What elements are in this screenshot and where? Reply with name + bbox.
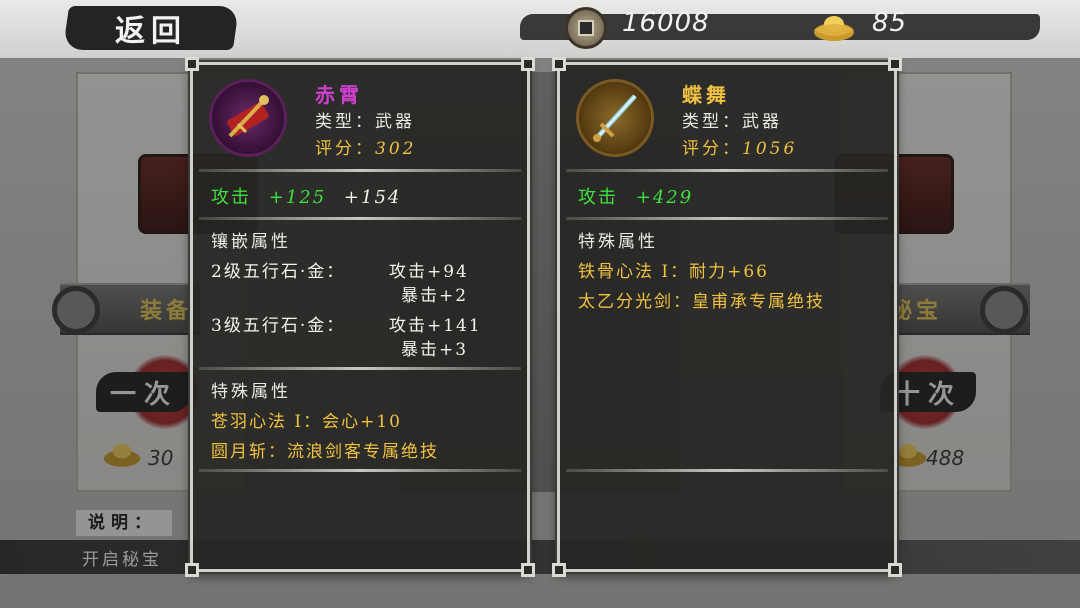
corner-ornament <box>185 57 199 71</box>
inlay-name: 3级五行石·金： <box>211 316 346 336</box>
item-name: 蝶舞 <box>682 83 730 107</box>
special-attribute: 铁骨心法 I：耐力+66 <box>578 262 769 282</box>
corner-ornament <box>185 563 199 577</box>
special-attribute: 圆月斩：流浪剑客专属绝技 <box>211 442 439 462</box>
back-button[interactable]: 返回 <box>62 6 240 50</box>
item-score-row: 评分：1056 <box>682 139 798 159</box>
corner-ornament <box>552 57 566 71</box>
item-type-row: 类型：武器 <box>682 112 782 132</box>
copper-coin-icon <box>565 7 607 49</box>
divider <box>199 367 521 370</box>
special-attribute: 苍羽心法 I：会心+10 <box>211 412 402 432</box>
divider <box>199 169 521 172</box>
inlay-stat: 暴击+2 <box>401 286 469 306</box>
item-type-row: 类型：武器 <box>315 112 415 132</box>
inlay-stat: 攻击+94 <box>389 262 469 282</box>
corner-ornament <box>888 563 902 577</box>
corner-ornament <box>521 563 535 577</box>
corner-ornament <box>552 563 566 577</box>
inlay-stat: 暴击+3 <box>401 340 469 360</box>
divider <box>199 469 521 472</box>
divider <box>566 469 888 472</box>
gold-ingot-icon <box>814 16 854 41</box>
new-item-tooltip: 蝶舞 类型：武器 评分：1056 攻击 +429 特殊属性 铁骨心法 I：耐力+… <box>552 57 902 577</box>
modal-dim-overlay[interactable] <box>0 58 1080 608</box>
inlay-stat: 攻击+141 <box>389 316 482 336</box>
corner-ornament <box>521 57 535 71</box>
back-button-label: 返回 <box>115 14 187 49</box>
divider <box>199 217 521 220</box>
item-score-row: 评分：302 <box>315 139 417 159</box>
sword-icon <box>576 79 654 157</box>
corner-ornament <box>888 57 902 71</box>
divider <box>566 169 888 172</box>
item-name: 赤霄 <box>315 83 363 107</box>
attack-row: 攻击 +429 <box>578 187 694 208</box>
inlay-name: 2级五行石·金： <box>211 262 346 282</box>
special-section-title: 特殊属性 <box>578 232 658 252</box>
coin-count: 16008 <box>622 8 710 38</box>
attack-row: 攻击 +125 +154 <box>211 187 402 208</box>
inlay-section-title: 镶嵌属性 <box>211 232 291 252</box>
sword-icon <box>209 79 287 157</box>
equipped-item-tooltip: 赤霄 类型：武器 评分：302 攻击 +125 +154 镶嵌属性 2级五行石·… <box>185 57 535 577</box>
divider <box>566 217 888 220</box>
ingot-count: 85 <box>872 8 908 38</box>
special-section-title: 特殊属性 <box>211 382 291 402</box>
special-attribute: 太乙分光剑：皇甫承专属绝技 <box>578 292 825 312</box>
